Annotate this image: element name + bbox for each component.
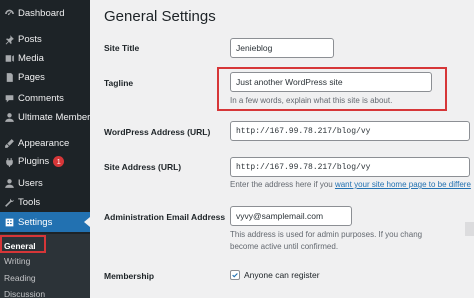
menu-item-media[interactable]: Media bbox=[0, 48, 90, 68]
menu-label: Plugins 1 bbox=[18, 156, 65, 168]
site-title-label: Site Title bbox=[104, 43, 140, 53]
wordpress-address-label: WordPress Address (URL) bbox=[104, 127, 211, 137]
menu-item-posts[interactable]: Posts bbox=[0, 29, 90, 49]
menu-item-pages[interactable]: Pages bbox=[0, 67, 90, 87]
site-address-label: Site Address (URL) bbox=[104, 162, 182, 172]
admin-email-description-line1: This address is used for admin purposes.… bbox=[230, 230, 423, 239]
membership-checkbox-label: Anyone can register bbox=[244, 270, 320, 280]
page-title: General Settings bbox=[104, 8, 216, 25]
checkmark-icon bbox=[232, 272, 238, 277]
menu-item-ultimate-member[interactable]: Ultimate Member bbox=[0, 107, 90, 127]
admin-email-label: Administration Email Address bbox=[104, 212, 226, 222]
submenu-item-reading[interactable]: Reading bbox=[4, 273, 36, 283]
wordpress-address-input[interactable]: http://167.99.78.217/blog/vy bbox=[230, 121, 470, 141]
menu-label: Settings bbox=[18, 216, 53, 228]
appearance-icon bbox=[4, 138, 15, 149]
users-icon bbox=[4, 178, 15, 189]
menu-label: Posts bbox=[18, 33, 42, 45]
site-title-input[interactable]: Jenieblog bbox=[230, 38, 334, 58]
users-icon bbox=[4, 112, 15, 123]
menu-item-plugins[interactable]: Plugins 1 bbox=[0, 152, 90, 172]
pages-icon bbox=[4, 72, 15, 83]
settings-icon bbox=[4, 217, 15, 228]
menu-label: Comments bbox=[18, 92, 64, 104]
email-field-edge bbox=[465, 222, 474, 236]
highlight-box-general bbox=[0, 235, 46, 253]
admin-email-description-line2: become active until confirmed. bbox=[230, 242, 339, 251]
settings-main: General Settings Site Title Jenieblog Ta… bbox=[90, 0, 474, 298]
menu-item-settings[interactable]: Settings bbox=[0, 212, 90, 232]
tools-icon bbox=[4, 197, 15, 208]
update-count-badge: 1 bbox=[53, 156, 65, 168]
site-home-page-link[interactable]: want your site home page to be differe bbox=[335, 180, 471, 189]
menu-label: Media bbox=[18, 52, 44, 64]
site-address-input[interactable]: http://167.99.78.217/blog/vy bbox=[230, 157, 470, 177]
menu-label: Appearance bbox=[18, 137, 70, 149]
admin-email-input[interactable]: vyvy@samplemail.com bbox=[230, 206, 352, 226]
menu-item-dashboard[interactable]: Dashboard bbox=[0, 3, 90, 23]
menu-label: Dashboard bbox=[18, 7, 65, 19]
tagline-label: Tagline bbox=[104, 78, 134, 88]
membership-checkbox[interactable] bbox=[230, 270, 240, 280]
pin-icon bbox=[4, 34, 15, 45]
menu-item-users[interactable]: Users bbox=[0, 173, 90, 193]
plugins-icon bbox=[4, 157, 15, 168]
highlight-box-tagline bbox=[217, 67, 447, 111]
menu-item-appearance[interactable]: Appearance bbox=[0, 133, 90, 153]
submenu-item-discussion[interactable]: Discussion bbox=[4, 289, 45, 298]
menu-label: Pages bbox=[18, 71, 45, 83]
menu-label: Tools bbox=[18, 196, 41, 208]
dashboard-icon bbox=[4, 8, 15, 19]
admin-sidebar: Dashboard Posts Media Pages Comments Ult… bbox=[0, 0, 90, 298]
submenu-item-writing[interactable]: Writing bbox=[4, 256, 30, 266]
menu-item-comments[interactable]: Comments bbox=[0, 88, 90, 108]
menu-label: Users bbox=[18, 177, 43, 189]
membership-label: Membership bbox=[104, 271, 155, 281]
media-icon bbox=[4, 53, 15, 64]
comments-icon bbox=[4, 93, 15, 104]
menu-label: Ultimate Member bbox=[18, 111, 91, 123]
site-address-description: Enter the address here if you want your … bbox=[230, 180, 471, 189]
menu-item-tools[interactable]: Tools bbox=[0, 192, 90, 212]
